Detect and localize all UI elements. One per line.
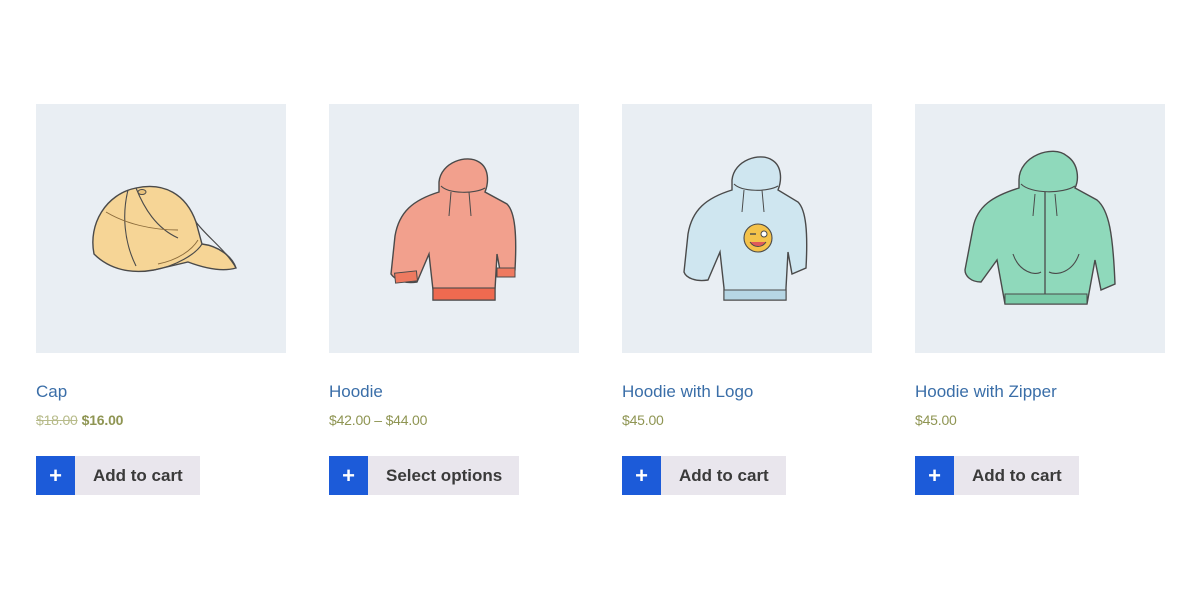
product-card: Hoodie $42.00 – $44.00 + Select options (329, 104, 579, 495)
plus-icon: + (36, 456, 75, 495)
hoodie-icon (390, 158, 517, 301)
product-price: $45.00 (915, 412, 957, 428)
plus-icon: + (622, 456, 661, 495)
product-price: $45.00 (622, 412, 664, 428)
hoodie-zipper-icon (964, 150, 1116, 305)
select-options-button[interactable]: + Select options (329, 456, 520, 495)
sale-price: $16.00 (81, 412, 124, 428)
product-image-link[interactable] (915, 104, 1165, 353)
hoodie-logo-icon (683, 156, 808, 301)
product-image-link[interactable] (622, 104, 872, 353)
plus-icon: + (915, 456, 954, 495)
product-price: $18.00 $16.00 (36, 411, 286, 429)
product-price: $42.00 – $44.00 (329, 412, 428, 428)
add-to-cart-button[interactable]: + Add to cart (622, 456, 786, 495)
product-image-link[interactable] (329, 104, 579, 353)
product-title-link[interactable]: Hoodie with Logo (622, 382, 872, 402)
product-card: Hoodie with Zipper $45.00 + Add to cart (915, 104, 1165, 495)
add-to-cart-button[interactable]: + Add to cart (915, 456, 1079, 495)
button-label: Add to cart (93, 466, 183, 485)
button-label: Add to cart (972, 466, 1062, 485)
product-grid: Cap $18.00 $16.00 + Add to cart Hoodie $4… (36, 104, 1166, 504)
product-card: Hoodie with Logo $45.00 + Add to cart (622, 104, 872, 495)
plus-icon: + (329, 456, 368, 495)
product-card: Cap $18.00 $16.00 + Add to cart (36, 104, 286, 495)
product-title-link[interactable]: Cap (36, 382, 286, 402)
button-label: Add to cart (679, 466, 769, 485)
add-to-cart-button[interactable]: + Add to cart (36, 456, 200, 495)
product-title-link[interactable]: Hoodie with Zipper (915, 382, 1165, 402)
product-title-link[interactable]: Hoodie (329, 382, 579, 402)
button-label: Select options (386, 466, 503, 485)
cap-icon (92, 185, 237, 273)
regular-price: $18.00 (36, 412, 78, 428)
product-image-link[interactable] (36, 104, 286, 353)
